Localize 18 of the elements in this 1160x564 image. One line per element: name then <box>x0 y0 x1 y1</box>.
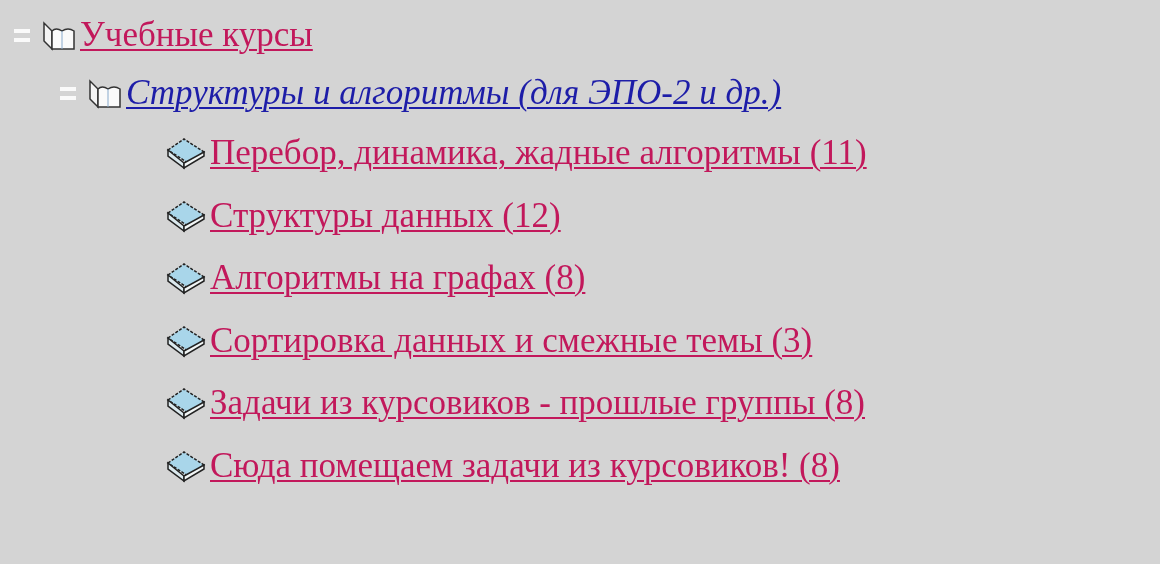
collapse-icon[interactable] <box>60 85 76 101</box>
book-icon <box>164 261 208 296</box>
tree-item-link[interactable]: Учебные курсы <box>78 15 313 55</box>
tree-item-link[interactable]: Задачи из курсовиков - прошлые группы (8) <box>208 383 865 424</box>
tree-item-link[interactable]: Структуры и алгоритмы (для ЭПО-2 и др.) <box>124 73 782 113</box>
open-book-icon <box>42 19 78 51</box>
open-book-icon <box>88 77 124 109</box>
collapse-icon[interactable] <box>14 27 30 43</box>
tree-item-link[interactable]: Сортировка данных и смежные темы (3) <box>208 320 813 361</box>
tree-item-link[interactable]: Сюда помещаем задачи из курсовиков! (8) <box>208 445 840 486</box>
book-icon <box>164 386 208 421</box>
tree-item-link[interactable]: Структуры данных (12) <box>208 195 561 236</box>
tree-item-link[interactable]: Алгоритмы на графах (8) <box>208 258 586 299</box>
tree-item-link[interactable]: Перебор, динамика, жадные алгоритмы (11) <box>208 133 867 174</box>
book-icon <box>164 448 208 483</box>
book-icon <box>164 198 208 233</box>
book-icon <box>164 323 208 358</box>
book-icon <box>164 136 208 171</box>
